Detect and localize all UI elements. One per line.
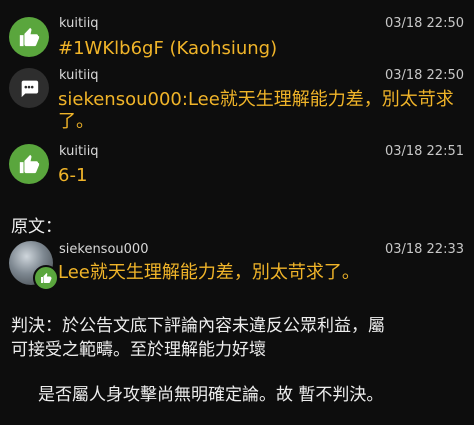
- thumbs-up-avatar: [9, 144, 49, 184]
- verdict-line: 是否屬人身攻擊尚無明確定論。故 暫不判決。: [38, 385, 384, 405]
- thumbs-up-icon: [19, 154, 40, 174]
- comment-time: 03/18 22:50: [384, 68, 464, 83]
- comment-text: 6-1: [58, 165, 88, 186]
- original-time: 03/18 22:33: [384, 242, 464, 257]
- verdict-line: 判決：於公告文底下評論內容未違反公眾利益，屬: [11, 316, 385, 336]
- thumbs-up-avatar: [9, 17, 49, 57]
- comment-username[interactable]: kuitiiq: [59, 68, 99, 83]
- comment-username[interactable]: kuitiiq: [59, 144, 99, 159]
- speech-bubble-avatar: [9, 68, 49, 108]
- thumbs-up-icon: [41, 273, 52, 283]
- original-text: Lee就天生理解能力差，別太苛求了。: [58, 262, 360, 283]
- comment-text: #1WKlb6gF (Kaohsiung): [58, 38, 278, 59]
- original-username[interactable]: siekensou000: [59, 242, 148, 257]
- original-label: 原文：: [11, 217, 62, 237]
- comment-text: siekensou000:Lee就天生理解能力差，別太苛求了。: [58, 89, 454, 132]
- thumbs-up-badge: [33, 265, 59, 291]
- verdict-line: 可接受之範疇。至於理解能力好壞: [11, 340, 266, 360]
- speech-bubble-icon: [21, 80, 39, 98]
- comment-time: 03/18 22:51: [384, 144, 464, 159]
- comment-username[interactable]: kuitiiq: [59, 16, 99, 31]
- avatar[interactable]: [9, 241, 59, 291]
- thumbs-up-icon: [19, 27, 40, 47]
- comment-time: 03/18 22:50: [384, 16, 464, 31]
